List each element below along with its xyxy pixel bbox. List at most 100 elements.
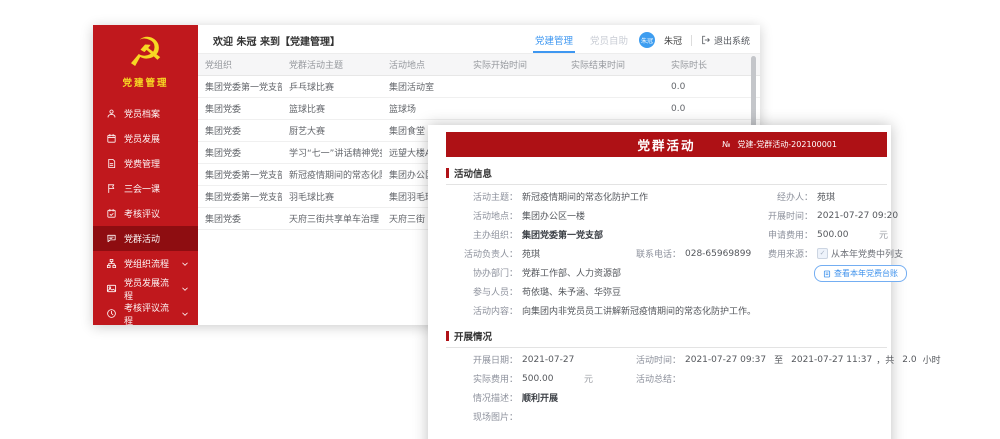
table-cell: [466, 98, 564, 120]
chat-icon: [106, 233, 117, 244]
avatar[interactable]: 朱冠: [639, 32, 655, 48]
start-time-value: 2021-07-27 09:20: [817, 211, 898, 221]
activity-theme-value: 新冠疫情期间的常态化防护工作: [522, 190, 648, 203]
hammer-sickle-icon: ☭: [128, 31, 164, 75]
file-icon: [106, 158, 117, 169]
table-cell: 0.0: [664, 76, 760, 98]
operator-field: 经办人： 苑琪: [741, 190, 835, 203]
field-label: 活动总结：: [626, 372, 681, 385]
host-org-value: 集团党委第一党支部: [522, 228, 603, 241]
table-cell: [466, 76, 564, 98]
fee-unit: 元: [584, 372, 593, 385]
form-row: 参与人员： 苟依璐、朱予涵、华弥豆: [446, 282, 887, 301]
apply-fee-field: 申请费用： 500.00 元: [741, 228, 888, 241]
sidebar-item-label: 党群活动: [124, 232, 160, 245]
calendar-icon: [106, 133, 117, 144]
sidebar-item-label: 三会一课: [124, 182, 160, 195]
chevron-down-icon: [181, 285, 189, 293]
table-cell: 集团党委: [198, 120, 282, 142]
sidebar-item-1[interactable]: 党员发展: [93, 126, 198, 151]
ledger-icon: [823, 270, 831, 278]
logout-button[interactable]: 退出系统: [701, 34, 750, 47]
chevron-down-icon: [181, 310, 189, 318]
activity-detail-panel: 党群活动 № 党建-党群活动-202100001 活动信息 活动主题： 新冠疫情…: [428, 125, 891, 439]
table-cell: 集团党委第一党支部: [198, 164, 282, 186]
form-row: 现场图片：: [446, 407, 887, 426]
participants-value: 苟依璐、朱予涵、华弥豆: [522, 285, 621, 298]
table-cell: 集团党委: [198, 98, 282, 120]
table-cell: 集团党委: [198, 208, 282, 230]
activity-content-value: 向集团内非党员员工讲解新冠疫情期间的常态化防护工作。: [522, 304, 756, 317]
table-header-row: 党组织党群活动主题活动地点实际开始时间实际结束时间实际时长: [198, 54, 760, 76]
sidebar-title: 党建管理: [93, 75, 198, 89]
number-value: 党建-党群活动-202100001: [737, 139, 837, 150]
section-activity-info: 活动信息: [446, 166, 887, 185]
clock-icon: [106, 308, 117, 319]
sidebar-item-2[interactable]: 党费管理: [93, 151, 198, 176]
sidebar: ☭ 党建管理 党员档案党员发展党费管理三会一课考核评议党群活动党组织流程党员发展…: [93, 25, 198, 325]
table-cell: 集团活动室: [382, 76, 466, 98]
field-label: 活动内容：: [446, 304, 518, 317]
start-time-field: 开展时间： 2021-07-27 09:20: [741, 209, 898, 222]
summary-field: 活动总结：: [626, 372, 685, 385]
table-row[interactable]: 集团党委篮球比赛篮球场 0.0: [198, 98, 760, 120]
sidebar-item-5[interactable]: 党群活动: [93, 226, 198, 251]
vertical-divider: [691, 35, 692, 46]
operator-value: 苑琪: [817, 190, 835, 203]
form-row: 活动负责人： 苑琪 联系电话： 028-65969899 费用来源： ✓ 从本年…: [446, 244, 887, 263]
number-symbol: №: [722, 140, 730, 149]
field-label: 费用来源：: [741, 247, 813, 260]
person-icon: [106, 108, 117, 119]
sidebar-item-7[interactable]: 党员发展流程: [93, 276, 198, 301]
column-header: 活动地点: [382, 54, 466, 76]
sidebar-item-label: 党组织流程: [124, 257, 169, 270]
top-bar: 欢迎 朱冠 来到【党建管理】 党建管理党员自助 朱冠 朱冠 退出系统: [198, 25, 760, 53]
table-cell: 厨艺大赛: [282, 120, 382, 142]
fee-source-field: 费用来源： ✓ 从本年党费中列支: [741, 247, 903, 260]
column-header: 实际结束时间: [564, 54, 664, 76]
leader-value: 苑琪: [522, 247, 540, 260]
image-icon: [106, 283, 117, 294]
field-label: 参与人员：: [446, 285, 518, 298]
form-row: 协办部门： 党群工作部、人力资源部 查看本年党费台账: [446, 263, 887, 282]
document-number: № 党建-党群活动-202100001: [722, 139, 837, 150]
field-label: 主办组织：: [446, 228, 518, 241]
table-cell: 乒乓球比赛: [282, 76, 382, 98]
sidebar-item-4[interactable]: 考核评议: [93, 201, 198, 226]
field-label: 现场图片：: [446, 410, 518, 423]
form-row: 活动地点： 集团办公区一楼 开展时间： 2021-07-27 09:20: [446, 206, 887, 225]
sidebar-item-0[interactable]: 党员档案: [93, 101, 198, 126]
table-cell: 0.0: [664, 98, 760, 120]
column-header: 实际开始时间: [466, 54, 564, 76]
co-dept-value: 党群工作部、人力资源部: [522, 266, 621, 279]
apply-fee-value: 500.00: [817, 230, 879, 240]
sidebar-item-3[interactable]: 三会一课: [93, 176, 198, 201]
chevron-down-icon: [181, 260, 189, 268]
description-value: 顺利开展: [522, 391, 558, 404]
field-label: 活动地点：: [446, 209, 518, 222]
tab-1[interactable]: 党员自助: [588, 28, 630, 53]
table-cell: 篮球场: [382, 98, 466, 120]
sidebar-item-6[interactable]: 党组织流程: [93, 251, 198, 276]
table-row[interactable]: 集团党委第一党支部乒乓球比赛集团活动室 0.0: [198, 76, 760, 98]
section-accent-bar: [446, 168, 449, 178]
table-cell: 集团党委第一党支部: [198, 76, 282, 98]
form-row: 开展日期： 2021-07-27 活动时间： 2021-07-27 09:37 …: [446, 350, 887, 369]
field-label: 情况描述：: [446, 391, 518, 404]
view-ledger-button[interactable]: 查看本年党费台账: [814, 265, 907, 282]
fee-source-checkbox[interactable]: ✓: [817, 248, 828, 259]
sidebar-item-8[interactable]: 考核评议流程: [93, 301, 198, 325]
welcome-text: 欢迎 朱冠 来到【党建管理】: [213, 33, 340, 48]
page-canvas: ☭ 党建管理 党员档案党员发展党费管理三会一课考核评议党群活动党组织流程党员发展…: [0, 0, 1000, 439]
form-row: 主办组织： 集团党委第一党支部 申请费用： 500.00 元: [446, 225, 887, 244]
form-row: 活动内容： 向集团内非党员员工讲解新冠疫情期间的常态化防护工作。: [446, 301, 887, 320]
sidebar-item-label: 党员档案: [124, 107, 160, 120]
section-progress: 开展情况: [446, 329, 887, 348]
phone-field: 联系电话： 028-65969899: [626, 247, 751, 260]
calendar-check-icon: [106, 208, 117, 219]
table-cell: 篮球比赛: [282, 98, 382, 120]
table-cell: 天府三街共享单车治理: [282, 208, 382, 230]
tab-0[interactable]: 党建管理: [533, 28, 575, 53]
top-right-nav: 党建管理党员自助 朱冠 朱冠 退出系统: [533, 28, 750, 53]
field-label: 经办人：: [741, 190, 813, 203]
